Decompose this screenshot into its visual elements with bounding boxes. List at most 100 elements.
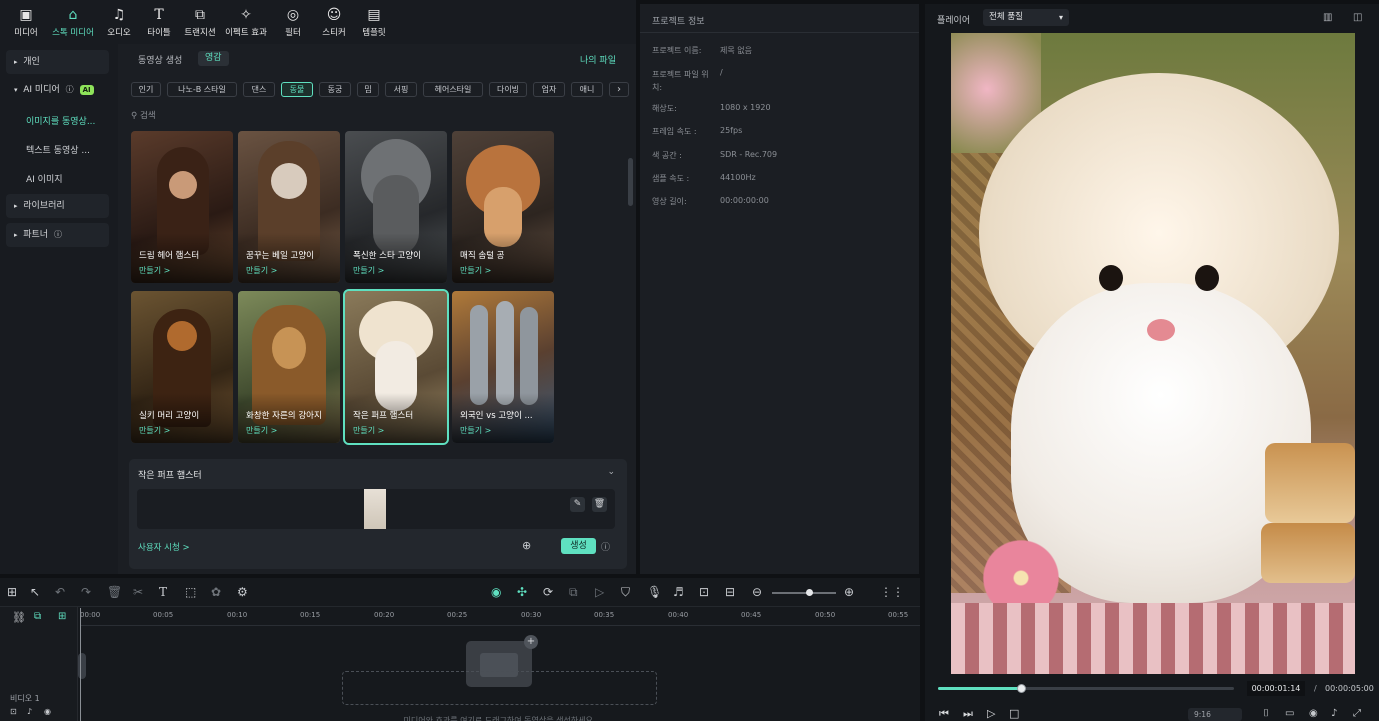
tool-effects[interactable]: ✧ 이펙트 효과 — [224, 6, 268, 38]
generate-button[interactable]: 생성 — [561, 538, 596, 554]
tab-create-video[interactable]: 동영상 생성 — [138, 53, 182, 66]
tool-template[interactable]: ▤ 템플릿 — [352, 6, 396, 38]
stop-icon[interactable]: □ — [1009, 707, 1019, 720]
chip-dance[interactable]: 댄스 — [243, 82, 275, 97]
card-make-link[interactable]: 만들기 > — [246, 425, 277, 436]
zoom-handle[interactable] — [806, 589, 813, 596]
nav-library[interactable]: ▸ 라이브러리 — [6, 194, 109, 218]
snap-icon[interactable]: ✣ — [517, 585, 527, 599]
monitor-icon[interactable]: ▭ — [1285, 708, 1294, 719]
quality-select[interactable]: 전체 품질 ▾ — [983, 9, 1069, 26]
layout-icon[interactable]: ⊞ — [7, 585, 17, 599]
sticker-track-icon[interactable]: ⊡ — [699, 585, 709, 599]
caption-icon[interactable]: ⊟ — [725, 585, 735, 599]
card-alien-vs-cat[interactable]: 외국인 vs 고양이 ... 만들기 > — [452, 291, 554, 443]
color-icon[interactable]: ✿ — [211, 585, 221, 599]
card-dreaming-veil-cat[interactable]: 꿈꾸는 베일 고양이 만들기 > — [238, 131, 340, 283]
scope-icon[interactable]: ◫ — [1353, 12, 1362, 23]
chip-surfing[interactable]: 서핑 — [385, 82, 417, 97]
tool-sticker[interactable]: ☺ 스티커 — [312, 6, 356, 38]
edit-icon[interactable]: ✎ — [570, 497, 585, 512]
content-scrollbar[interactable] — [628, 158, 633, 206]
time-ruler[interactable] — [80, 608, 920, 626]
redo-icon[interactable]: ↷ — [81, 585, 91, 599]
audio-track-icon[interactable]: ♬ — [673, 585, 684, 599]
tool-stock-media[interactable]: ⌂ 스톡 미디어 — [51, 6, 95, 38]
tab-inspiration[interactable]: 영감 — [198, 51, 229, 66]
card-make-link[interactable]: 만들기 > — [246, 265, 277, 276]
zoom-in-icon[interactable]: ⊕ — [844, 585, 854, 599]
card-little-puff-hamster[interactable]: 작은 퍼프 햄스터 만들기 > — [343, 289, 449, 445]
nav-partner[interactable]: ▸ 파트너 ⓘ — [6, 223, 109, 247]
drop-zone[interactable] — [342, 671, 657, 705]
chip-animal[interactable]: 동물 — [281, 82, 313, 97]
chips-next-button[interactable]: › — [609, 82, 629, 97]
playhead[interactable] — [80, 608, 81, 721]
usage-link[interactable]: 사용자 시청 > — [138, 541, 190, 553]
help-icon[interactable]: ⓘ — [601, 540, 610, 553]
chip-hairstyle[interactable]: 헤어스타일 — [423, 82, 483, 97]
trash-icon[interactable]: 🗑 — [592, 497, 607, 512]
nav-ai-image[interactable]: AI 이미지 — [26, 172, 63, 185]
card-make-link[interactable]: 만들기 > — [353, 425, 384, 436]
card-fluffy-star-cat[interactable]: 폭신한 스타 고양이 만들기 > — [345, 131, 447, 283]
nav-image-to-video[interactable]: 이미지를 동영상... — [26, 114, 95, 127]
card-magic-fluff-ball[interactable]: 매직 솜털 공 만들기 > — [452, 131, 554, 283]
more-options-icon[interactable]: ⋮⋮ — [880, 585, 904, 599]
chip-anime[interactable]: 애니 — [571, 82, 603, 97]
search-bar[interactable]: ⚲ 검색 — [131, 108, 616, 124]
marker-icon[interactable]: ⌷ — [1263, 708, 1269, 719]
collapse-chevron-icon[interactable]: ⌄ — [607, 467, 615, 477]
tool-media[interactable]: ▣ 미디어 — [4, 6, 48, 38]
ripple-icon[interactable]: ⟳ — [543, 585, 553, 599]
step-back-icon[interactable]: ⏮ — [939, 707, 949, 721]
ai-assist-icon[interactable]: ◉ — [491, 585, 501, 599]
text-tool-icon[interactable]: T — [159, 585, 167, 599]
grid-view-icon[interactable]: ▥ — [1323, 12, 1332, 23]
shield-icon[interactable]: ⛉ — [621, 585, 630, 600]
card-silky-hair-cat[interactable]: 실키 머리 고양이 만들기 > — [131, 291, 233, 443]
track-visible-icon[interactable]: ◉ — [44, 707, 51, 716]
chip-diving[interactable]: 다이빙 — [489, 82, 527, 97]
current-time[interactable]: 00:00:01:14 — [1247, 681, 1305, 696]
card-make-link[interactable]: 만들기 > — [460, 265, 491, 276]
nav-text-to-video[interactable]: 텍스트 동영상 ... — [26, 143, 90, 156]
card-make-link[interactable]: 만들기 > — [139, 265, 170, 276]
snapshot-icon[interactable]: ◉ — [1309, 708, 1318, 719]
card-make-link[interactable]: 만들기 > — [460, 425, 491, 436]
crop-icon[interactable]: ⬚ — [185, 585, 196, 599]
chip-popular[interactable]: 인기 — [131, 82, 161, 97]
credits-icon[interactable]: ⊕ — [522, 539, 531, 552]
select-tool-icon[interactable]: ↖ — [30, 585, 40, 599]
ai-tool-icon[interactable]: ⚙ — [237, 585, 248, 599]
track-mute-icon[interactable]: ♪ — [27, 707, 32, 716]
delete-icon[interactable]: 🗑 — [107, 585, 122, 599]
my-files-link[interactable]: 나의 파일 — [580, 53, 616, 66]
image-upload-area[interactable]: ✎ 🗑 — [137, 489, 615, 529]
card-sunny-dog[interactable]: 화창한 자른의 강아지 만들기 > — [238, 291, 340, 443]
card-make-link[interactable]: 만들기 > — [353, 265, 384, 276]
card-make-link[interactable]: 만들기 > — [139, 425, 170, 436]
zoom-slider[interactable] — [772, 589, 836, 596]
group-icon[interactable]: ⧉ — [569, 585, 578, 600]
ratio-select[interactable]: 9:16 — [1188, 708, 1242, 721]
volume-icon[interactable]: ♪ — [1331, 708, 1337, 719]
play-icon[interactable]: ▷ — [987, 707, 995, 720]
chip-business[interactable]: 업자 — [533, 82, 565, 97]
link-icon[interactable]: ⛓ — [12, 611, 26, 624]
mic-icon[interactable]: 🎙 — [647, 585, 662, 599]
fullscreen-icon[interactable]: ⤢ — [1353, 708, 1361, 719]
playback-progress[interactable] — [938, 684, 1234, 693]
frame-forward-icon[interactable]: ⏭ — [963, 707, 973, 721]
tool-filter[interactable]: ◎ 필터 — [271, 6, 315, 38]
magnet-icon[interactable]: ⊞ — [58, 611, 66, 622]
add-track-icon[interactable]: ⧉ — [34, 611, 41, 622]
undo-icon[interactable]: ↶ — [55, 585, 65, 599]
render-icon[interactable]: ▷ — [595, 585, 604, 599]
track-lock-icon[interactable]: ⊡ — [10, 707, 17, 716]
nav-ai-media[interactable]: ▾ AI 미디어 ⓘ AI — [6, 78, 109, 102]
nav-personal[interactable]: ▸ 개인 — [6, 50, 109, 74]
chip-palace[interactable]: 동궁 — [319, 82, 351, 97]
chip-nano-b[interactable]: 나노-B 스타일 — [167, 82, 237, 97]
zoom-out-icon[interactable]: ⊖ — [752, 585, 762, 599]
